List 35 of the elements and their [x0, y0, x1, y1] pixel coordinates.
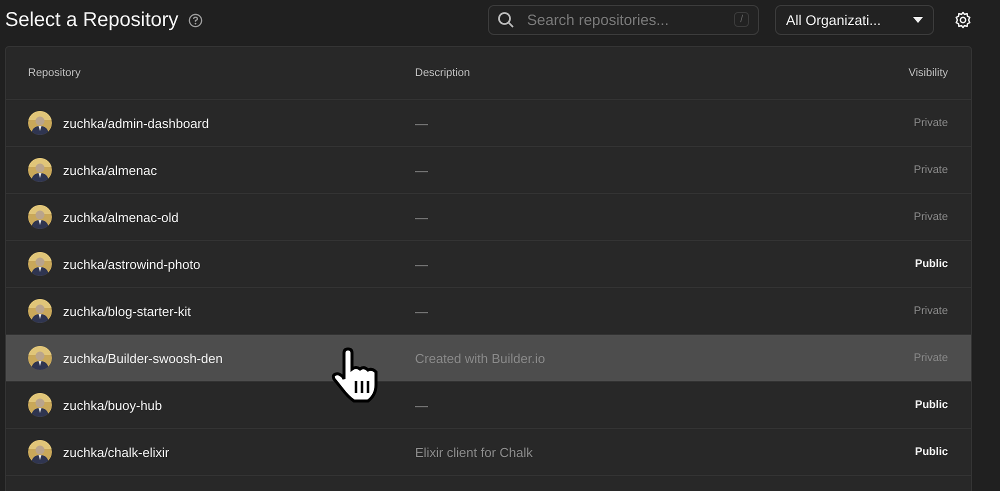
visibility-label: Private [912, 305, 948, 317]
repository-name[interactable]: zuchka/admin-dashboard [63, 116, 209, 130]
search-icon [497, 11, 515, 29]
repository-name[interactable]: zuchka/almenac-old [63, 210, 179, 224]
repository-name[interactable]: zuchka/buoy-hub [63, 398, 162, 412]
highlighted-row[interactable]: zuchka/Builder-swoosh-den Created with Builder.io Private [6, 335, 971, 382]
repository-name[interactable]: zuchka/blog-starter-kit [63, 304, 191, 318]
column-header: Description [415, 67, 472, 79]
visibility-label: Private [912, 164, 948, 176]
description: Created with Builder.io [415, 350, 546, 366]
organization-dropdown[interactable]: All Organizati... [775, 5, 934, 35]
settings-icon[interactable] [954, 11, 972, 29]
description: Elixir client for Chalk [415, 444, 534, 460]
shortcut-key: / [734, 12, 749, 27]
description: — [415, 398, 429, 412]
repository-name[interactable]: zuchka/chalk-elixir [63, 444, 170, 460]
repository-name[interactable]: zuchka/Builder-swoosh-den [63, 350, 223, 366]
repository-name[interactable]: zuchka/astrowind-photo [63, 256, 200, 272]
visibility-label: Public [914, 399, 948, 411]
caret-icon [913, 17, 923, 23]
column-header: Visibility [907, 67, 948, 79]
description: — [415, 256, 429, 272]
page-title: Select a Repository [5, 8, 178, 32]
description: — [415, 210, 429, 224]
visibility-label: Private [912, 211, 948, 223]
description: — [415, 116, 429, 130]
visibility-label: Public [914, 258, 948, 270]
visibility-label: Public [914, 446, 948, 458]
help-icon[interactable] [188, 12, 204, 28]
visibility-label: Private [912, 352, 948, 364]
repository-name[interactable]: zuchka/almenac [63, 162, 157, 178]
column-header: Repository [28, 67, 82, 79]
visibility-label: Private [912, 117, 948, 129]
description: — [415, 162, 429, 178]
description: — [415, 304, 429, 318]
